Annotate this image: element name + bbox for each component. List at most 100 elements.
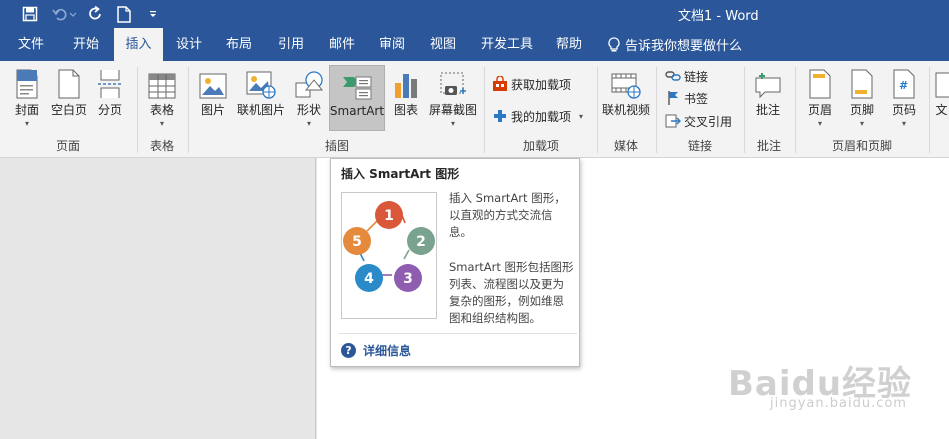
header-icon <box>809 65 831 99</box>
shapes-button[interactable]: 形状 ▾ <box>292 65 326 131</box>
svg-text:2: 2 <box>416 234 426 250</box>
chart-button[interactable]: 图表 <box>390 65 422 131</box>
picture-button[interactable]: 图片 <box>196 65 230 131</box>
group-label-links: 链接 <box>687 139 712 153</box>
new-document-icon[interactable] <box>114 4 134 24</box>
cover-page-dropdown-icon: ▾ <box>24 119 29 128</box>
picture-icon <box>199 65 227 99</box>
shapes-dropdown-icon: ▾ <box>306 119 311 128</box>
tab-review[interactable]: 审阅 <box>369 28 415 61</box>
cycle-node-3: 3 <box>394 264 422 292</box>
group-separator <box>929 67 930 153</box>
smartart-button[interactable]: SmartArt <box>329 65 385 131</box>
text-box-button[interactable]: 文 <box>934 65 949 131</box>
shapes-icon <box>294 65 324 99</box>
page-break-icon <box>97 65 123 99</box>
screenshot-icon <box>439 65 467 99</box>
tab-mailings[interactable]: 邮件 <box>319 28 365 61</box>
navigation-pane-area <box>0 158 316 439</box>
addins-icon <box>492 108 508 124</box>
cycle-node-1: 1 <box>375 201 403 229</box>
tooltip-title: 插入 SmartArt 图形 <box>341 167 460 181</box>
online-pictures-icon <box>246 65 276 99</box>
save-icon[interactable] <box>20 4 40 24</box>
group-label-illustrations: 插图 <box>324 139 349 153</box>
my-addins-dropdown-icon: ▾ <box>579 111 584 121</box>
footer-icon <box>851 65 873 99</box>
watermark-url: jingyan.baidu.com <box>770 396 907 411</box>
tell-me-more-link[interactable]: ? 详细信息 <box>341 342 411 359</box>
tab-layout[interactable]: 布局 <box>216 28 262 61</box>
tab-help[interactable]: 帮助 <box>546 28 592 61</box>
group-separator <box>484 67 485 153</box>
undo-dropdown-icon[interactable] <box>68 4 78 24</box>
page-number-dropdown-icon: ▾ <box>901 119 906 128</box>
smartart-icon <box>342 66 372 100</box>
tab-insert[interactable]: 插入 <box>114 28 163 61</box>
group-label-pages: 页面 <box>55 139 80 153</box>
online-video-button[interactable]: 联机视频 <box>601 65 651 131</box>
group-separator <box>597 67 598 153</box>
header-button[interactable]: 页眉 ▾ <box>803 65 837 131</box>
title-bar: 文档1 - Word <box>0 0 949 28</box>
table-button[interactable]: 表格 ▾ <box>144 65 180 131</box>
group-label-media: 媒体 <box>613 139 638 153</box>
help-icon: ? <box>341 343 356 358</box>
cycle-node-4: 4 <box>355 264 383 292</box>
tab-references[interactable]: 引用 <box>268 28 314 61</box>
smartart-tooltip: 插入 SmartArt 图形 1 2 3 4 5 插入 SmartArt 图形，… <box>330 158 580 367</box>
svg-text:3: 3 <box>403 271 413 287</box>
tab-file[interactable]: 文件 <box>8 28 54 61</box>
redo-icon[interactable] <box>86 4 106 24</box>
store-icon <box>492 76 508 92</box>
tab-design[interactable]: 设计 <box>166 28 212 61</box>
undo-icon[interactable] <box>50 4 70 24</box>
cross-reference-icon <box>665 113 681 129</box>
group-label-comments: 批注 <box>756 139 781 153</box>
group-separator <box>744 67 745 153</box>
group-separator <box>795 67 796 153</box>
group-label-tables: 表格 <box>149 139 174 153</box>
blank-page-button[interactable]: 空白页 <box>50 65 88 131</box>
cross-reference-button[interactable]: 交叉引用 <box>665 111 732 131</box>
footer-button[interactable]: 页脚 ▾ <box>845 65 879 131</box>
lightbulb-icon <box>608 36 620 51</box>
customize-qat-icon[interactable] <box>143 4 163 24</box>
svg-text:4: 4 <box>364 271 374 287</box>
bookmark-button[interactable]: 书签 <box>665 88 708 108</box>
group-label-header-footer: 页眉和页脚 <box>831 139 892 153</box>
my-addins-button[interactable]: 我的加载项 ▾ <box>492 106 583 126</box>
link-button[interactable]: 链接 <box>665 66 708 86</box>
link-icon <box>665 68 681 84</box>
tell-me-search[interactable]: 告诉我你想要做什么 <box>607 28 742 61</box>
table-icon <box>148 65 176 99</box>
group-separator <box>656 67 657 153</box>
page-number-icon: # <box>893 65 915 99</box>
page-break-button[interactable]: 分页 <box>94 65 126 131</box>
new-comment-button[interactable]: 批注 <box>751 65 785 131</box>
online-video-icon <box>611 65 641 99</box>
text-box-icon <box>934 65 949 99</box>
tooltip-divider <box>339 333 577 334</box>
window-title: 文档1 - Word <box>678 9 759 24</box>
screenshot-dropdown-icon: ▾ <box>450 119 455 128</box>
ribbon-tabs: 文件 开始 插入 设计 布局 引用 邮件 审阅 视图 开发工具 帮助 告诉我你想… <box>0 28 949 61</box>
cover-page-button[interactable]: 封面 ▾ <box>10 65 44 131</box>
footer-dropdown-icon: ▾ <box>859 119 864 128</box>
ribbon-insert: 封面 ▾ 空白页 分页 页面 表格 ▾ 表格 图片 联机图片 形状 ▾ Smar… <box>0 61 949 158</box>
group-separator <box>137 67 138 153</box>
online-pictures-button[interactable]: 联机图片 <box>236 65 286 131</box>
tab-view[interactable]: 视图 <box>420 28 466 61</box>
get-addins-button[interactable]: 获取加载项 <box>492 74 571 94</box>
chart-icon <box>393 65 419 99</box>
page-number-button[interactable]: # 页码 ▾ <box>887 65 921 131</box>
cycle-node-2: 2 <box>407 227 435 255</box>
bookmark-icon <box>665 90 681 106</box>
blank-page-icon <box>58 65 80 99</box>
header-dropdown-icon: ▾ <box>817 119 822 128</box>
tooltip-description-1: 插入 SmartArt 图形，以直观的方式交流信息。 <box>449 191 566 239</box>
tab-developer[interactable]: 开发工具 <box>474 28 540 61</box>
tab-home[interactable]: 开始 <box>62 28 110 61</box>
smartart-cycle-preview: 1 2 3 4 5 <box>341 192 437 319</box>
screenshot-button[interactable]: 屏幕截图 ▾ <box>428 65 478 131</box>
